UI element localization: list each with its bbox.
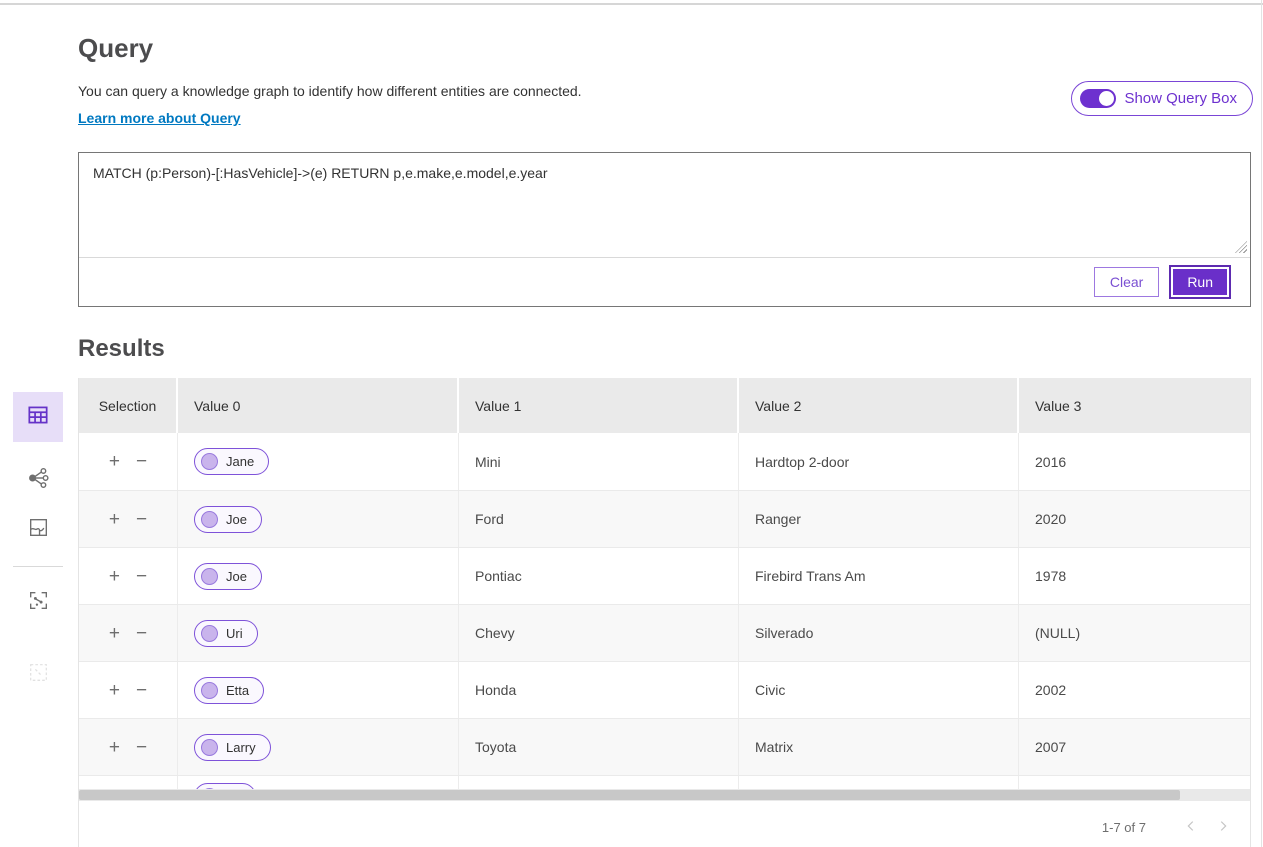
cell-make: Mini (459, 433, 739, 490)
sidebar-item-selection-view (13, 650, 63, 700)
selection-icon (26, 660, 51, 690)
add-to-map-icon (26, 588, 51, 618)
column-header-value1: Value 1 (459, 378, 739, 433)
results-table-body: + − Jane Mini Hardtop 2-door 2016 + − Jo… (79, 433, 1250, 775)
entity-dot-icon (201, 682, 218, 699)
cell-year: 2002 (1019, 662, 1250, 718)
cell-model: Ranger (739, 491, 1019, 547)
column-header-value0: Value 0 (178, 378, 459, 433)
cell-year: (NULL) (1019, 605, 1250, 661)
learn-more-link[interactable]: Learn more about Query (78, 110, 241, 126)
cell-year: 1978 (1019, 548, 1250, 604)
previous-page-button[interactable] (1178, 815, 1204, 841)
cell-year: 2007 (1019, 719, 1250, 775)
table-row: + − Etta Honda Civic 2002 (79, 661, 1250, 718)
run-button[interactable]: Run (1171, 267, 1229, 297)
entity-dot-icon (201, 453, 218, 470)
entity-dot-icon (201, 739, 218, 756)
map-icon (26, 515, 51, 545)
entity-name: Jane (226, 454, 254, 469)
cell-model: Matrix (739, 719, 1019, 775)
results-view-rail (13, 392, 63, 700)
query-box: MATCH (p:Person)-[:HasVehicle]->(e) RETU… (78, 152, 1251, 307)
chevron-left-icon (1184, 819, 1198, 836)
results-title: Results (78, 335, 1251, 363)
add-to-selection-button[interactable]: + (109, 738, 120, 757)
table-row: + − Joe Ford Ranger 2020 (79, 490, 1250, 547)
cell-model: Civic (739, 662, 1019, 718)
entity-dot-icon (201, 511, 218, 528)
entity-dot-icon (201, 625, 218, 642)
remove-from-selection-button[interactable]: − (136, 738, 147, 757)
add-to-selection-button[interactable]: + (109, 567, 120, 586)
remove-from-selection-button[interactable]: − (136, 567, 147, 586)
add-to-selection-button[interactable]: + (109, 681, 120, 700)
clear-button[interactable]: Clear (1094, 267, 1159, 297)
table-icon (25, 402, 51, 433)
table-row: + − Joe Pontiac Firebird Trans Am 1978 (79, 547, 1250, 604)
sidebar-item-table-view[interactable] (13, 392, 63, 442)
toggle-switch-icon[interactable] (1080, 89, 1116, 108)
sidebar-item-add-to-map[interactable] (13, 578, 63, 628)
link-chart-icon (25, 465, 51, 496)
add-to-selection-button[interactable]: + (109, 510, 120, 529)
sidebar-item-link-chart-view[interactable] (13, 455, 63, 505)
cell-model: Hardtop 2-door (739, 433, 1019, 490)
results-pagination: 1-7 of 7 (79, 801, 1250, 847)
pagination-range-label: 1-7 of 7 (1102, 820, 1146, 835)
add-to-selection-button[interactable]: + (109, 452, 120, 471)
add-to-selection-button[interactable]: + (109, 624, 120, 643)
remove-from-selection-button[interactable]: − (136, 452, 147, 471)
main-content: Query You can query a knowledge graph to… (78, 0, 1251, 847)
table-row: + − Uri Chevy Silverado (NULL) (79, 604, 1250, 661)
entity-name: Larry (226, 740, 256, 755)
entity-name: Uri (226, 626, 243, 641)
cell-model: Silverado (739, 605, 1019, 661)
query-page: Query You can query a knowledge graph to… (0, 0, 1263, 847)
column-header-value3: Value 3 (1019, 378, 1250, 433)
table-row: + − Larry Toyota Matrix 2007 (79, 718, 1250, 775)
cell-make: Toyota (459, 719, 739, 775)
horizontal-scrollbar-thumb[interactable] (79, 790, 1180, 800)
entity-pill[interactable]: Jane (194, 448, 269, 475)
cell-make: Chevy (459, 605, 739, 661)
cell-make: Pontiac (459, 548, 739, 604)
chevron-right-icon (1216, 819, 1230, 836)
column-header-value2: Value 2 (739, 378, 1019, 433)
next-page-button[interactable] (1210, 815, 1236, 841)
entity-dot-icon (201, 568, 218, 585)
query-box-footer: Clear Run (79, 257, 1250, 306)
entity-name: Joe (226, 569, 247, 584)
show-query-box-toggle[interactable]: Show Query Box (1071, 81, 1253, 116)
entity-pill[interactable]: Joe (194, 563, 262, 590)
horizontal-scrollbar[interactable] (79, 789, 1250, 801)
sidebar-item-map-view[interactable] (13, 505, 63, 555)
column-header-selection: Selection (79, 378, 178, 433)
right-divider (1261, 0, 1262, 847)
results-table-header: Selection Value 0 Value 1 Value 2 Value … (79, 378, 1250, 433)
page-title: Query (78, 33, 1251, 64)
entity-pill[interactable]: Uri (194, 620, 258, 647)
cell-year: 2016 (1019, 433, 1250, 490)
entity-pill[interactable]: Joe (194, 506, 262, 533)
entity-pill[interactable]: Larry (194, 734, 271, 761)
query-textarea[interactable]: MATCH (p:Person)-[:HasVehicle]->(e) RETU… (79, 153, 1250, 257)
remove-from-selection-button[interactable]: − (136, 681, 147, 700)
results-card: Selection Value 0 Value 1 Value 2 Value … (78, 378, 1251, 847)
cell-make: Ford (459, 491, 739, 547)
rail-divider (13, 566, 63, 567)
remove-from-selection-button[interactable]: − (136, 510, 147, 529)
toggle-label: Show Query Box (1124, 90, 1237, 107)
entity-name: Etta (226, 683, 249, 698)
entity-pill[interactable]: Etta (194, 677, 264, 704)
cell-make: Honda (459, 662, 739, 718)
cell-year: 2020 (1019, 491, 1250, 547)
table-row-partial (79, 775, 1250, 789)
table-row: + − Jane Mini Hardtop 2-door 2016 (79, 433, 1250, 490)
remove-from-selection-button[interactable]: − (136, 624, 147, 643)
cell-model: Firebird Trans Am (739, 548, 1019, 604)
entity-name: Joe (226, 512, 247, 527)
